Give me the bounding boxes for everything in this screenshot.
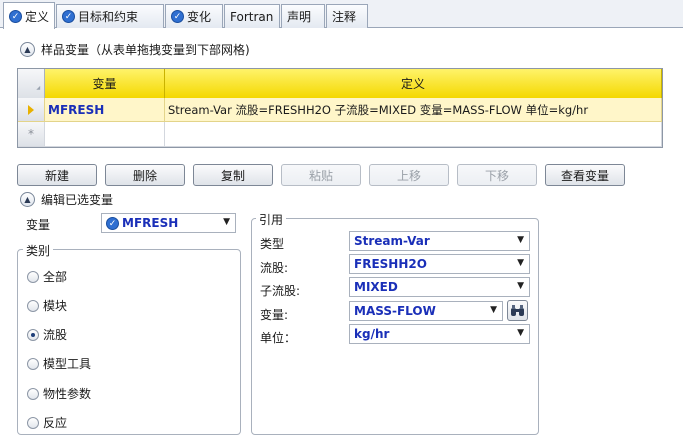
view-variables-button[interactable]: 查看变量: [545, 164, 625, 186]
binoculars-icon: [511, 305, 524, 316]
stream-label: 流股:: [260, 261, 289, 275]
radio-icon: [27, 270, 39, 283]
tab-label: 定义: [24, 9, 49, 24]
new-row-marker: *: [18, 122, 45, 147]
variable-value: MFRESH: [122, 216, 179, 230]
chevron-down-icon: ▼: [223, 217, 230, 227]
radio-icon: [27, 416, 39, 429]
radio-model-utility[interactable]: 模型工具: [27, 355, 91, 372]
grid-header-row: 变量 定义: [18, 69, 662, 98]
units-label: 单位：: [260, 331, 297, 345]
search-variable-button[interactable]: [507, 300, 528, 321]
chevron-down-icon: ▼: [517, 258, 524, 268]
variable-select[interactable]: ✓ MFRESH ▼: [101, 213, 236, 233]
copy-button[interactable]: 复制: [193, 164, 273, 186]
radio-label: 模型工具: [43, 357, 92, 371]
radio-stream[interactable]: 流股: [27, 326, 67, 343]
move-down-button[interactable]: 下移: [457, 164, 537, 186]
sample-variables-grid: 变量 定义 MFRESH Stream-Var 流股=FRESHH2O 子流股=…: [17, 68, 663, 148]
chevron-down-icon: ▼: [517, 281, 524, 291]
grid-corner[interactable]: [18, 69, 45, 98]
radio-selected-icon: [27, 328, 39, 341]
check-icon: ✓: [9, 9, 22, 23]
radio-icon: [27, 387, 39, 400]
radio-block[interactable]: 模块: [27, 297, 67, 314]
table-row[interactable]: MFRESH Stream-Var 流股=FRESHH2O 子流股=MIXED …: [18, 98, 662, 122]
substream-select[interactable]: MIXED ▼: [349, 277, 530, 297]
paste-button[interactable]: 粘贴: [281, 164, 361, 186]
units-value: kg/hr: [354, 327, 390, 341]
move-up-button[interactable]: 上移: [369, 164, 449, 186]
variable-ref-label: 变量:: [260, 308, 289, 322]
radio-icon: [27, 357, 39, 370]
new-row[interactable]: *: [18, 122, 662, 147]
radio-label: 反应: [43, 416, 68, 430]
tab-declarations[interactable]: 声明: [281, 4, 325, 28]
type-select[interactable]: Stream-Var ▼: [349, 231, 530, 251]
radio-label: 全部: [43, 270, 68, 284]
radio-label: 流股: [43, 328, 68, 342]
radio-label: 模块: [43, 299, 68, 313]
chevron-down-icon: ▼: [490, 305, 497, 315]
tab-vary[interactable]: ✓ 变化: [165, 4, 223, 28]
tab-label: Fortran: [230, 9, 274, 24]
variable-ref-value: MASS-FLOW: [354, 304, 436, 318]
tab-objective-constraints[interactable]: ✓ 目标和约束: [56, 4, 164, 28]
row-selected-indicator: [18, 98, 45, 122]
column-header-definition[interactable]: 定义: [165, 69, 662, 98]
new-button[interactable]: 新建: [17, 164, 97, 186]
collapse-icon[interactable]: ▲: [20, 42, 35, 57]
type-value: Stream-Var: [354, 234, 430, 248]
check-icon: ✓: [62, 10, 75, 23]
tab-label: 变化: [187, 10, 212, 24]
radio-label: 物性参数: [43, 387, 92, 401]
section-title: 样品变量（从表单拖拽变量到下部网格): [41, 43, 250, 57]
tab-fortran[interactable]: Fortran: [224, 4, 280, 28]
check-icon: ✓: [106, 216, 119, 230]
grid-cell-variable-empty[interactable]: [45, 122, 165, 147]
variable-label: 变量: [26, 218, 51, 232]
units-select[interactable]: kg/hr ▼: [349, 324, 530, 344]
tab-label: 注释: [332, 10, 357, 24]
stream-select[interactable]: FRESHH2O ▼: [349, 254, 530, 274]
substream-label: 子流股:: [260, 284, 301, 298]
grid-cell-definition[interactable]: Stream-Var 流股=FRESHH2O 子流股=MIXED 变量=MASS…: [165, 98, 662, 122]
sample-variables-header: ▲ 样品变量（从表单拖拽变量到下部网格): [20, 41, 250, 58]
delete-button[interactable]: 删除: [105, 164, 185, 186]
tab-label: 声明: [287, 10, 312, 24]
radio-all[interactable]: 全部: [27, 268, 67, 285]
radio-property-parameters[interactable]: 物性参数: [27, 385, 91, 402]
tab-definition[interactable]: ✓ 定义: [3, 2, 55, 29]
radio-icon: [27, 299, 39, 312]
substream-value: MIXED: [354, 280, 398, 294]
collapse-icon[interactable]: ▲: [20, 192, 35, 207]
grid-cell-definition-empty[interactable]: [165, 122, 662, 147]
stream-value: FRESHH2O: [354, 257, 427, 271]
chevron-down-icon: ▼: [517, 328, 524, 338]
tab-comments[interactable]: 注释: [326, 4, 368, 28]
reference-title: 引用: [256, 211, 287, 228]
grid-cell-variable[interactable]: MFRESH: [45, 98, 165, 122]
type-label: 类型: [260, 237, 285, 251]
tab-label: 目标和约束: [78, 10, 139, 24]
edit-variable-header: ▲ 编辑已选变量: [20, 191, 113, 208]
chevron-down-icon: ▼: [517, 235, 524, 245]
check-icon: ✓: [171, 10, 184, 23]
category-title: 类别: [23, 242, 54, 259]
variable-ref-select[interactable]: MASS-FLOW ▼: [349, 301, 503, 321]
radio-reaction[interactable]: 反应: [27, 414, 67, 431]
tab-bar: ✓ 定义 ✓ 目标和约束 ✓ 变化 Fortran 声明 注释: [0, 0, 683, 29]
section-title: 编辑已选变量: [41, 193, 114, 207]
column-header-variable[interactable]: 变量: [45, 69, 165, 98]
